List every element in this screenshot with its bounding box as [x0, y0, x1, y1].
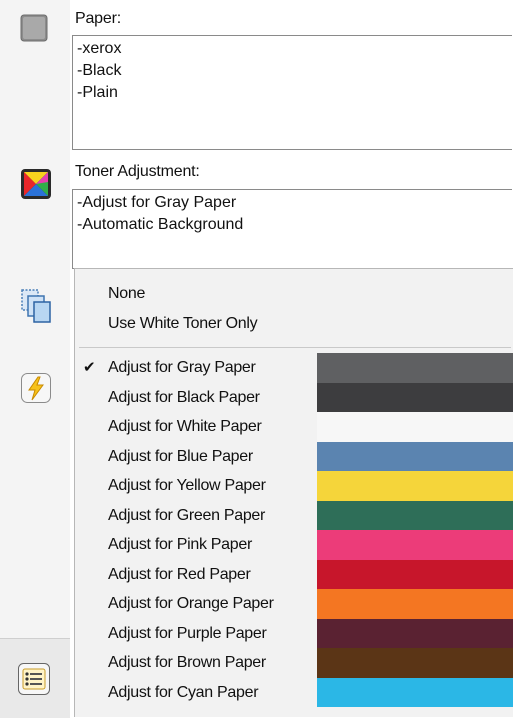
menu-item-paper-option[interactable]: ✔ Adjust for Gray Paper: [75, 353, 315, 382]
toner-summary-box: -Adjust for Gray Paper -Automatic Backgr…: [72, 189, 512, 269]
paper-line: -xerox: [77, 40, 122, 57]
menu-item-paper-option[interactable]: Adjust for Brown Paper: [75, 648, 315, 677]
toner-adjustment-menu: None Use White Toner Only ✔ Adjust for Gr…: [74, 268, 513, 717]
menu-item-none[interactable]: None: [75, 279, 315, 308]
left-icon-strip: [0, 0, 70, 717]
menu-item-label: Adjust for Orange Paper: [108, 595, 274, 612]
menu-item-label: Adjust for Green Paper: [108, 506, 266, 524]
paper-color-swatch: [317, 677, 513, 707]
toner-line: -Automatic Background: [77, 216, 244, 233]
menu-item-paper-option[interactable]: Adjust for Purple Paper: [75, 619, 315, 648]
toner-color-icon[interactable]: [20, 168, 52, 200]
paper-color-swatch: [317, 353, 513, 383]
menu-item-paper-option[interactable]: Adjust for Cyan Paper: [75, 678, 315, 707]
menu-item-label: Use White Toner Only: [108, 315, 258, 332]
menu-item-paper-option[interactable]: Adjust for Pink Paper: [75, 530, 315, 559]
toner-line: -Adjust for Gray Paper: [77, 194, 237, 211]
paper-color-swatch: [317, 500, 513, 530]
menu-item-label: None: [108, 285, 146, 302]
menu-item-label: Adjust for Brown Paper: [108, 654, 266, 671]
menu-item-label: Adjust for Red Paper: [108, 565, 251, 583]
paper-color-swatch: [317, 589, 513, 619]
paper-color-swatch: [317, 559, 513, 589]
paper-color-swatch: [317, 648, 513, 678]
menu-item-paper-option[interactable]: Adjust for Orange Paper: [75, 589, 315, 618]
paper-label: Paper:: [75, 10, 121, 27]
menu-item-label: Adjust for Gray Paper: [108, 359, 256, 376]
menu-item-label: Adjust for White Paper: [108, 418, 262, 435]
paper-color-swatch: [317, 412, 513, 442]
paper-color-swatch: [317, 382, 513, 412]
copy-pages-icon[interactable]: [20, 288, 52, 324]
menu-item-paper-option[interactable]: Adjust for Red Paper: [75, 560, 315, 589]
list-settings-icon[interactable]: [17, 662, 51, 696]
menu-separator: [79, 347, 511, 348]
paper-color-swatch: [317, 530, 513, 560]
menu-item-label: Adjust for Yellow Paper: [108, 477, 266, 494]
toner-label: Toner Adjustment:: [75, 163, 200, 180]
paper-color-swatch: [317, 618, 513, 648]
menu-item-label: Adjust for Cyan Paper: [108, 683, 259, 701]
paper-color-swatch: [317, 471, 513, 501]
checkmark-icon: ✔: [83, 359, 96, 376]
menu-item-paper-option[interactable]: Adjust for Green Paper: [75, 501, 315, 530]
menu-item-label: Adjust for Pink Paper: [108, 536, 252, 553]
menu-item-paper-option[interactable]: Adjust for Black Paper: [75, 383, 315, 412]
lightning-icon[interactable]: [20, 372, 52, 404]
menu-item-white-toner-only[interactable]: Use White Toner Only: [75, 309, 315, 338]
paper-summary-box: -xerox -Black -Plain: [72, 35, 512, 150]
paper-line: -Plain: [77, 84, 118, 101]
menu-item-label: Adjust for Black Paper: [108, 388, 260, 406]
menu-item-label: Adjust for Blue Paper: [108, 447, 253, 465]
paper-color-swatch: [317, 441, 513, 471]
paper-icon[interactable]: [20, 14, 48, 42]
menu-item-paper-option[interactable]: Adjust for White Paper: [75, 412, 315, 441]
paper-line: -Black: [77, 62, 122, 79]
menu-item-paper-option[interactable]: Adjust for Blue Paper: [75, 442, 315, 471]
menu-item-label: Adjust for Purple Paper: [108, 624, 267, 642]
menu-item-paper-option[interactable]: Adjust for Yellow Paper: [75, 471, 315, 500]
